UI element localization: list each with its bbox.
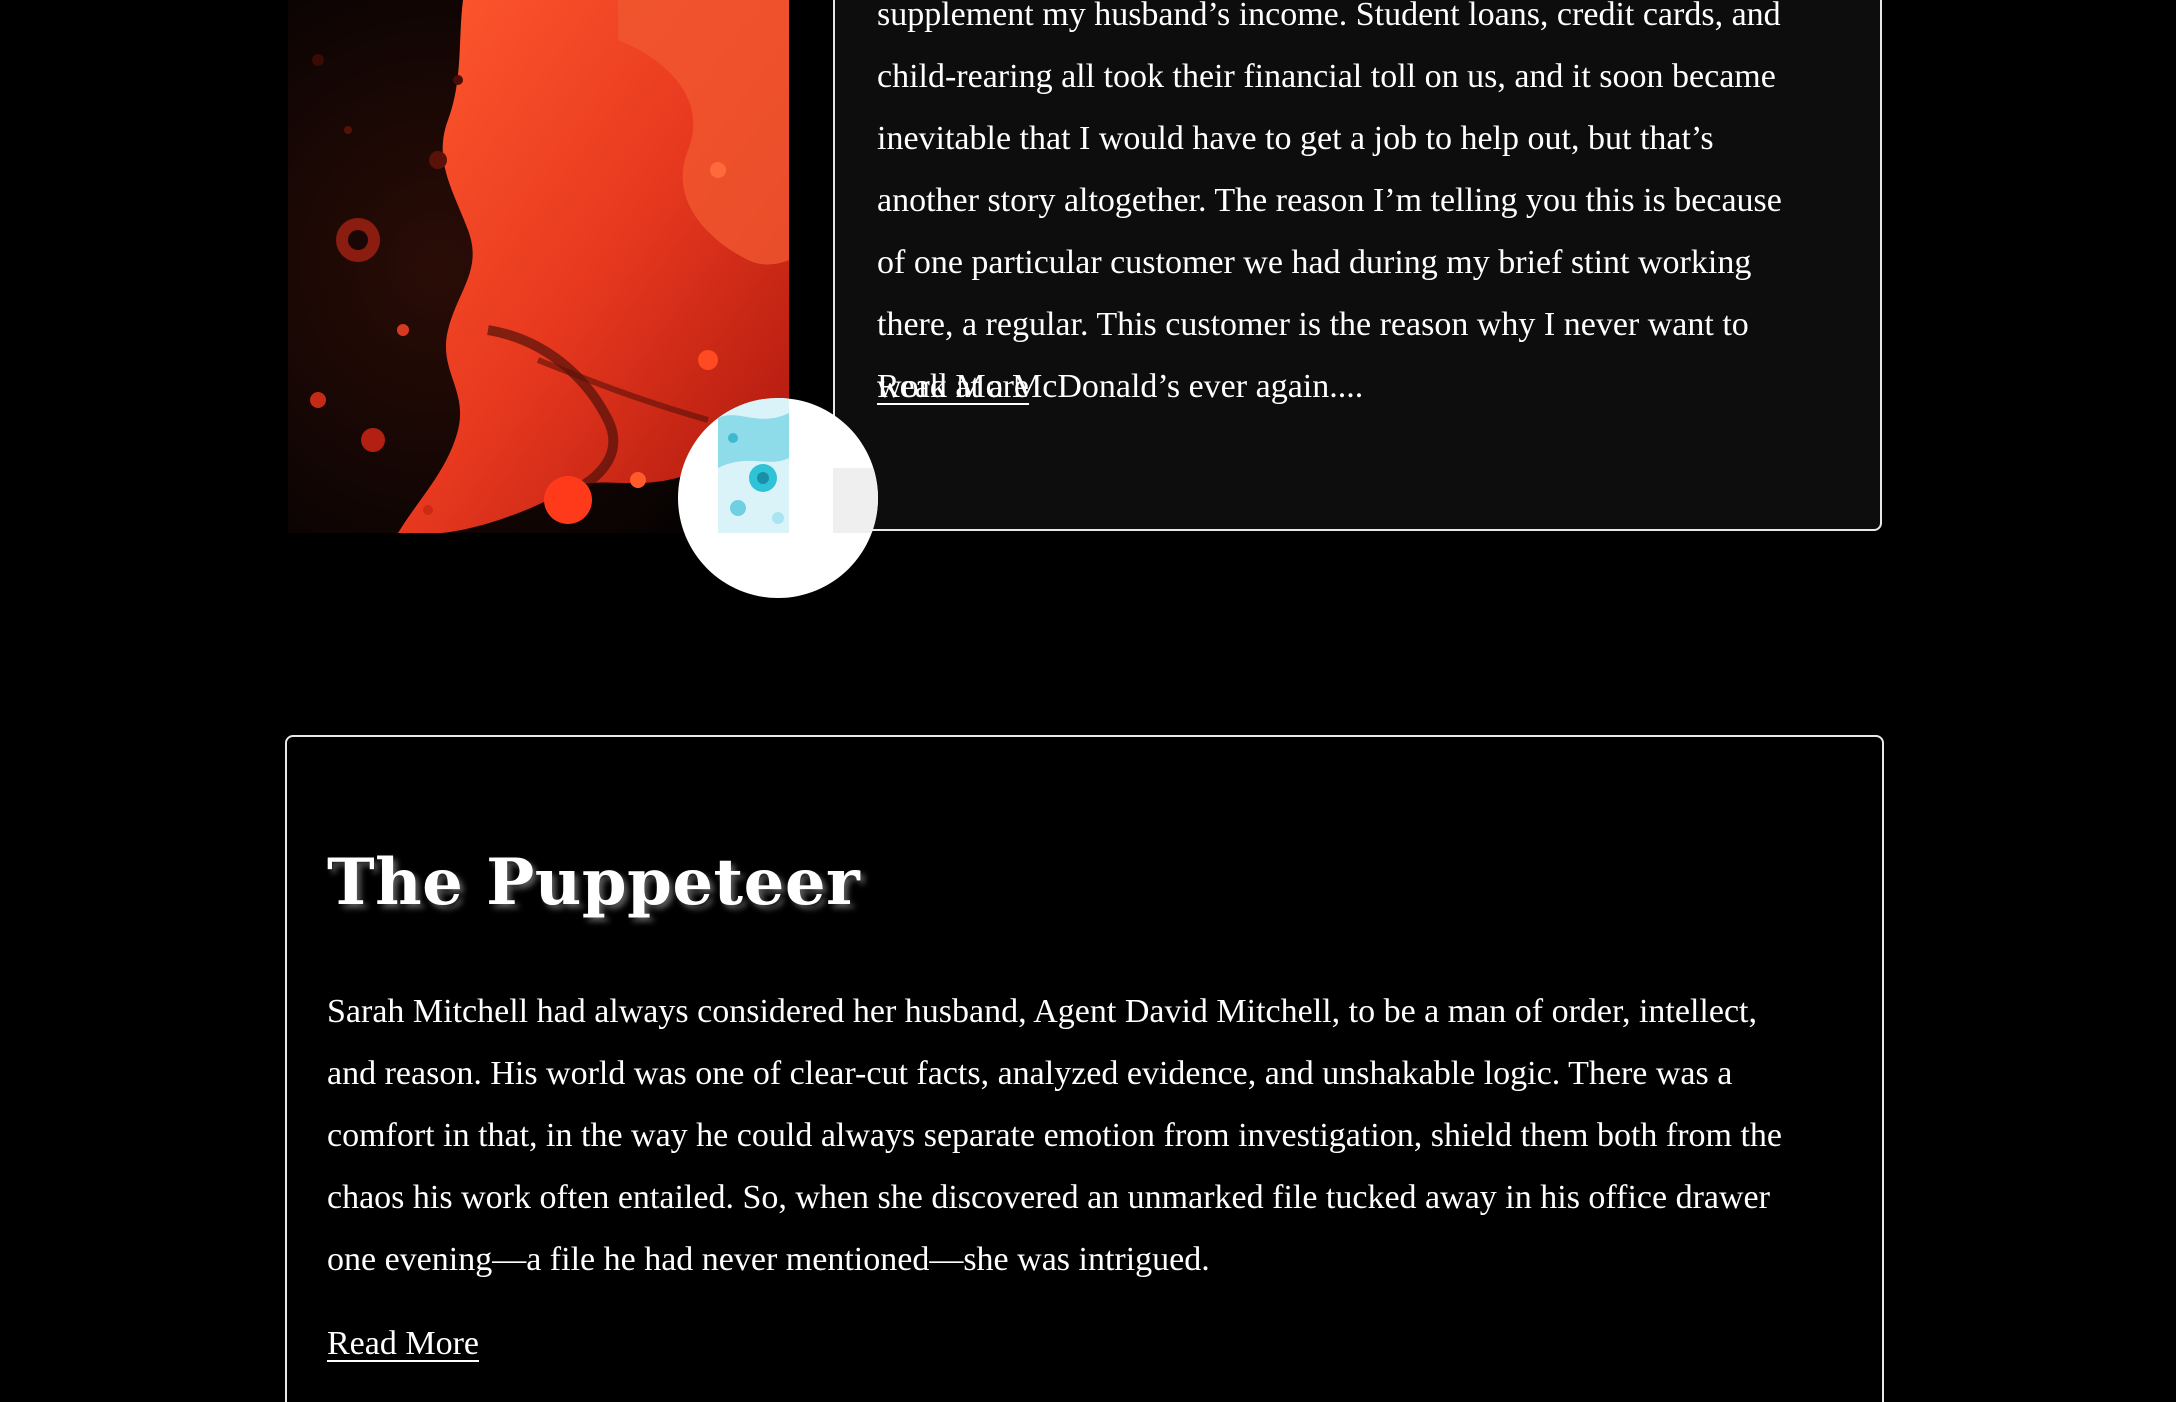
abstract-blue-fluid-art — [718, 398, 789, 533]
author-avatar[interactable] — [678, 398, 878, 598]
page: supplement my husband’s income. Student … — [0, 0, 2176, 1402]
excerpt-line: inevitable that I would have to get a jo… — [877, 120, 1714, 157]
excerpt-line: Sarah Mitchell had always considered her… — [327, 993, 1757, 1030]
excerpt-line: of one particular customer we had during… — [877, 244, 1752, 281]
badge-overlap — [833, 468, 878, 533]
featured-story-read-more-link[interactable]: Read More — [877, 368, 1029, 406]
excerpt-line: child-rearing all took their financial t… — [877, 58, 1776, 95]
story-card: The Puppeteer Sarah Mitchell had always … — [285, 735, 1884, 1402]
avatar-thumbnail — [718, 398, 789, 533]
featured-story-card: supplement my husband’s income. Student … — [833, 0, 1882, 531]
excerpt-line: there, a regular. This customer is the r… — [877, 306, 1749, 343]
story-title[interactable]: The Puppeteer — [327, 845, 860, 920]
featured-story-excerpt: supplement my husband’s income. Student … — [877, 0, 1857, 418]
story-excerpt: Sarah Mitchell had always considered her… — [327, 981, 1857, 1291]
excerpt-line: and reason. His world was one of clear-c… — [327, 1055, 1733, 1092]
excerpt-line: another story altogether. The reason I’m… — [877, 182, 1782, 219]
excerpt-line: supplement my husband’s income. Student … — [877, 0, 1781, 33]
excerpt-line: comfort in that, in the way he could alw… — [327, 1117, 1783, 1154]
excerpt-line: one evening—a file he had never mentione… — [327, 1241, 1210, 1278]
story-read-more-link[interactable]: Read More — [327, 1325, 479, 1363]
excerpt-line: chaos his work often entailed. So, when … — [327, 1179, 1770, 1216]
